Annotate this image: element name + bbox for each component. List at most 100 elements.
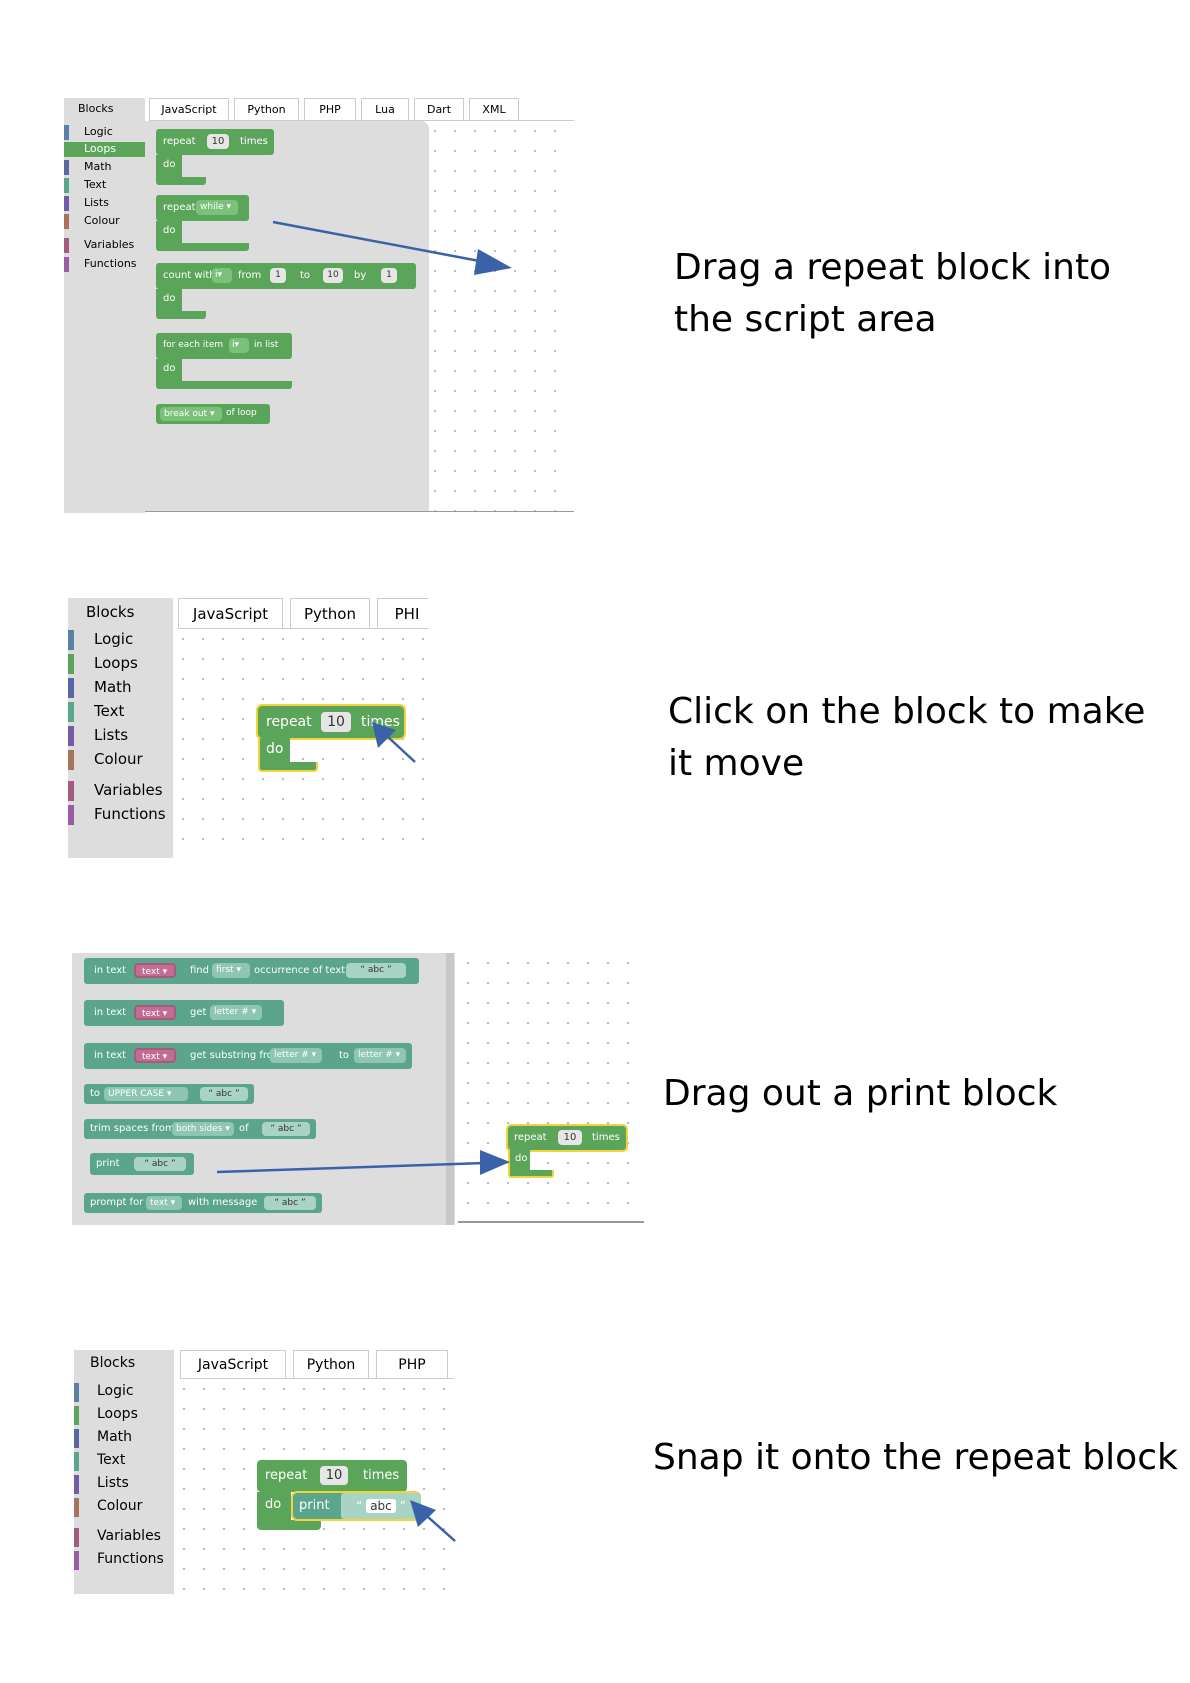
category-colour[interactable]: Colour (64, 214, 145, 229)
category-loops[interactable]: Loops (74, 1406, 174, 1425)
count-with-block-foot (156, 311, 206, 319)
category-colour[interactable]: Colour (68, 750, 173, 770)
category-functions[interactable]: Functions (74, 1551, 174, 1570)
category-math[interactable]: Math (68, 678, 173, 698)
category-lists[interactable]: Lists (74, 1475, 174, 1494)
category-text[interactable]: Text (68, 702, 173, 722)
flyout-scrollbar[interactable] (446, 953, 454, 1225)
tab-python[interactable]: Python (290, 598, 370, 628)
text-field[interactable]: “ abc ” (346, 963, 406, 978)
category-functions[interactable]: Functions (64, 257, 145, 272)
repeat-times-block[interactable]: repeat 10 times (256, 704, 406, 740)
count-with-block-do: do (156, 289, 182, 311)
screenshot-1: Blocks Logic Loops Math Text Lists Colou… (64, 98, 574, 513)
case-dropdown[interactable]: UPPER CASE ▾ (104, 1087, 188, 1101)
while-dropdown[interactable]: while ▾ (196, 200, 238, 215)
category-color-bar (68, 654, 74, 674)
find-occurrence-block[interactable]: in text text ▾ find first ▾ occurrence o… (84, 958, 419, 984)
category-text[interactable]: Text (74, 1452, 174, 1471)
tab-python[interactable]: Python (293, 1350, 369, 1378)
text-field[interactable]: “ abc ” (264, 1196, 316, 1210)
workspace[interactable] (173, 629, 428, 858)
break-dropdown[interactable]: break out ▾ (160, 407, 222, 421)
first-dropdown[interactable]: first ▾ (212, 963, 250, 978)
repeat-times-block[interactable]: repeat 10 times (257, 1460, 407, 1492)
workspace[interactable] (458, 953, 644, 1223)
number-field[interactable]: 10 (207, 134, 229, 149)
text-field[interactable]: “ abc ” (341, 1493, 421, 1519)
block-label: print (299, 1498, 330, 1513)
upper-case-block[interactable]: to UPPER CASE ▾ “ abc ” (84, 1084, 254, 1104)
category-lists[interactable]: Lists (64, 196, 145, 211)
repeat-times-block[interactable]: repeat 10 times (506, 1124, 628, 1152)
prompt-type-dropdown[interactable]: text ▾ (146, 1196, 182, 1210)
text-field[interactable]: “ abc ” (200, 1087, 248, 1101)
category-math[interactable]: Math (64, 160, 145, 175)
text-variable-dropdown[interactable]: text ▾ (134, 1005, 176, 1020)
variable-dropdown[interactable]: i▾ (212, 268, 232, 283)
block-label: to (90, 1088, 101, 1099)
category-text[interactable]: Text (64, 178, 145, 193)
count-with-block[interactable]: count with i▾ from 1 to 10 by 1 (156, 263, 416, 289)
tab-php[interactable]: PHP (304, 98, 356, 120)
get-substring-block[interactable]: in text text ▾ get substring from letter… (84, 1043, 412, 1069)
number-field[interactable]: 1 (270, 268, 286, 283)
get-letter-block[interactable]: in text text ▾ get letter # ▾ (84, 1000, 284, 1026)
print-block[interactable]: print “ abc ” (90, 1153, 194, 1175)
tab-php[interactable]: PHI (377, 598, 428, 628)
category-variables[interactable]: Variables (64, 238, 145, 253)
number-field[interactable]: 10 (320, 1466, 348, 1485)
repeat-while-block[interactable]: repeat while ▾ (156, 195, 249, 221)
print-block[interactable]: print “ abc ” (291, 1491, 421, 1521)
letter-dropdown[interactable]: letter # ▾ (270, 1048, 322, 1063)
text-variable-dropdown[interactable]: text ▾ (134, 963, 176, 978)
trim-spaces-block[interactable]: trim spaces from both sides ▾ of “ abc ” (84, 1119, 316, 1139)
category-variables[interactable]: Variables (74, 1528, 174, 1547)
tab-javascript[interactable]: JavaScript (149, 98, 229, 120)
category-label: Variables (97, 1528, 161, 1544)
text-field[interactable]: “ abc ” (262, 1122, 310, 1136)
tab-javascript[interactable]: JavaScript (178, 598, 283, 628)
category-logic[interactable]: Logic (68, 630, 173, 650)
letter-dropdown[interactable]: letter # ▾ (354, 1048, 406, 1063)
block-label: do (163, 363, 176, 374)
repeat-times-block[interactable]: repeat 10 times (156, 129, 274, 155)
block-label: do (163, 225, 176, 236)
tab-dart[interactable]: Dart (414, 98, 464, 120)
break-out-block[interactable]: break out ▾ of loop (156, 404, 270, 424)
category-lists[interactable]: Lists (68, 726, 173, 746)
category-logic[interactable]: Logic (74, 1383, 174, 1402)
tab-xml[interactable]: XML (469, 98, 519, 120)
tab-javascript[interactable]: JavaScript (180, 1350, 286, 1378)
dropdown-value: letter # (214, 1007, 249, 1017)
toolbox: Blocks Logic Loops Math Text Lists Colou… (74, 1350, 174, 1594)
number-field[interactable]: 10 (323, 268, 343, 283)
dropdown-value: text (142, 1052, 160, 1062)
block-label: do (163, 293, 176, 304)
category-loops[interactable]: Loops (68, 654, 173, 674)
number-field[interactable]: 10 (321, 712, 351, 732)
quote-left: “ (274, 1198, 280, 1208)
variable-dropdown[interactable]: i▾ (229, 338, 249, 353)
prompt-block[interactable]: prompt for text ▾ with message “ abc ” (84, 1193, 322, 1213)
category-color-bar (64, 178, 69, 193)
number-field[interactable]: 1 (381, 268, 397, 283)
tab-php[interactable]: PHP (376, 1350, 448, 1378)
text-field[interactable]: “ abc ” (134, 1157, 186, 1171)
category-loops[interactable]: Loops (64, 142, 145, 157)
category-functions[interactable]: Functions (68, 805, 173, 825)
number-field[interactable]: 10 (558, 1130, 582, 1145)
category-variables[interactable]: Variables (68, 781, 173, 801)
text-variable-dropdown[interactable]: text ▾ (134, 1048, 176, 1063)
sides-dropdown[interactable]: both sides ▾ (172, 1122, 234, 1136)
letter-dropdown[interactable]: letter # ▾ (210, 1005, 262, 1020)
category-math[interactable]: Math (74, 1429, 174, 1448)
block-label: do (163, 159, 176, 170)
category-colour[interactable]: Colour (74, 1498, 174, 1517)
category-label: Functions (97, 1551, 164, 1567)
category-logic[interactable]: Logic (64, 125, 145, 140)
tab-python[interactable]: Python (234, 98, 299, 120)
tab-lua[interactable]: Lua (361, 98, 409, 120)
category-label: Functions (94, 805, 166, 823)
for-each-block[interactable]: for each item i▾ in list (156, 333, 292, 359)
